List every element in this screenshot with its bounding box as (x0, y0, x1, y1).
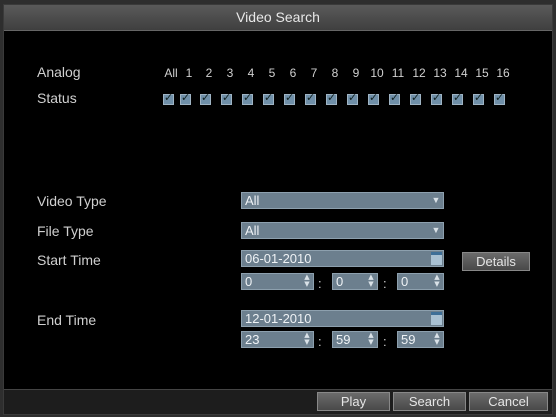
channel-number: 2 (205, 66, 213, 80)
time-separator: : (383, 334, 387, 349)
channel-checkbox[interactable] (410, 91, 421, 105)
channel-checkbox[interactable] (368, 91, 379, 105)
end-time-label: End Time (37, 312, 97, 328)
channel-checkbox[interactable] (452, 91, 463, 105)
spinner-arrows-icon[interactable]: ▲ ▼ (432, 274, 442, 289)
start-second-value: 0 (401, 274, 409, 289)
details-button[interactable]: Details (462, 252, 530, 271)
channel-number: 9 (352, 66, 360, 80)
button-bar: Play Search Cancel (4, 389, 552, 414)
calendar-icon[interactable] (431, 312, 442, 325)
channel-number: 8 (331, 66, 339, 80)
channel-number: 4 (247, 66, 255, 80)
end-hour-spinner[interactable]: 23 ▲ ▼ (241, 331, 314, 348)
channel-checkbox[interactable] (305, 91, 316, 105)
video-search-window: Video Search Analog Status All1234567891… (3, 4, 553, 415)
spinner-arrows-icon[interactable]: ▲ ▼ (432, 332, 442, 347)
dropdown-arrow-icon: ▼ (431, 195, 441, 205)
video-type-value: All (245, 193, 260, 208)
channel-checkbox[interactable] (242, 91, 253, 105)
start-second-spinner[interactable]: 0 ▲ ▼ (397, 273, 444, 290)
end-second-value: 59 (401, 332, 416, 347)
dropdown-arrow-icon: ▼ (431, 225, 441, 235)
channel-number: 15 (475, 66, 489, 80)
time-separator: : (318, 276, 322, 291)
end-hour-value: 23 (245, 332, 260, 347)
end-second-spinner[interactable]: 59 ▲ ▼ (397, 331, 444, 348)
window-title: Video Search (4, 5, 552, 31)
spinner-arrows-icon[interactable]: ▲ ▼ (302, 274, 312, 289)
start-time-label: Start Time (37, 252, 101, 268)
channel-number: 14 (454, 66, 468, 80)
start-date-field[interactable]: 06-01-2010 (241, 250, 444, 267)
start-minute-value: 0 (336, 274, 344, 289)
start-hour-value: 0 (245, 274, 253, 289)
search-button[interactable]: Search (393, 392, 466, 411)
channel-number: 6 (289, 66, 297, 80)
channel-checkbox[interactable] (326, 91, 337, 105)
channel-all-checkbox[interactable] (163, 91, 174, 105)
start-minute-spinner[interactable]: 0 ▲ ▼ (332, 273, 378, 290)
file-type-label: File Type (37, 223, 94, 239)
channel-checkbox[interactable] (494, 91, 505, 105)
channel-checkbox[interactable] (431, 91, 442, 105)
play-button[interactable]: Play (317, 392, 390, 411)
video-type-select[interactable]: All ▼ (241, 192, 444, 209)
video-type-label: Video Type (37, 193, 107, 209)
channel-number: 10 (370, 66, 384, 80)
channel-number: 7 (310, 66, 318, 80)
channel-number: 16 (496, 66, 510, 80)
channel-number: 1 (185, 66, 193, 80)
status-label: Status (37, 90, 77, 106)
end-minute-spinner[interactable]: 59 ▲ ▼ (332, 331, 378, 348)
channel-checkbox[interactable] (389, 91, 400, 105)
end-date-value: 12-01-2010 (245, 311, 312, 326)
end-date-field[interactable]: 12-01-2010 (241, 310, 444, 327)
file-type-select[interactable]: All ▼ (241, 222, 444, 239)
channel-number: 5 (268, 66, 276, 80)
channel-checkbox[interactable] (284, 91, 295, 105)
analog-label: Analog (37, 64, 81, 80)
channel-checkbox[interactable] (473, 91, 484, 105)
cancel-button[interactable]: Cancel (469, 392, 548, 411)
channel-number: 3 (226, 66, 234, 80)
channel-number: 11 (391, 66, 405, 80)
start-hour-spinner[interactable]: 0 ▲ ▼ (241, 273, 314, 290)
spinner-arrows-icon[interactable]: ▲ ▼ (302, 332, 312, 347)
time-separator: : (318, 334, 322, 349)
spinner-arrows-icon[interactable]: ▲ ▼ (366, 274, 376, 289)
time-separator: : (383, 276, 387, 291)
channel-checkbox[interactable] (263, 91, 274, 105)
start-date-value: 06-01-2010 (245, 251, 312, 266)
channel-checkbox[interactable] (221, 91, 232, 105)
spinner-arrows-icon[interactable]: ▲ ▼ (366, 332, 376, 347)
channel-checkbox[interactable] (200, 91, 211, 105)
end-minute-value: 59 (336, 332, 351, 347)
channel-number: 13 (433, 66, 447, 80)
channel-number: 12 (412, 66, 426, 80)
calendar-icon[interactable] (431, 252, 442, 265)
channel-checkbox[interactable] (347, 91, 358, 105)
file-type-value: All (245, 223, 260, 238)
channel-checkbox[interactable] (180, 91, 191, 105)
